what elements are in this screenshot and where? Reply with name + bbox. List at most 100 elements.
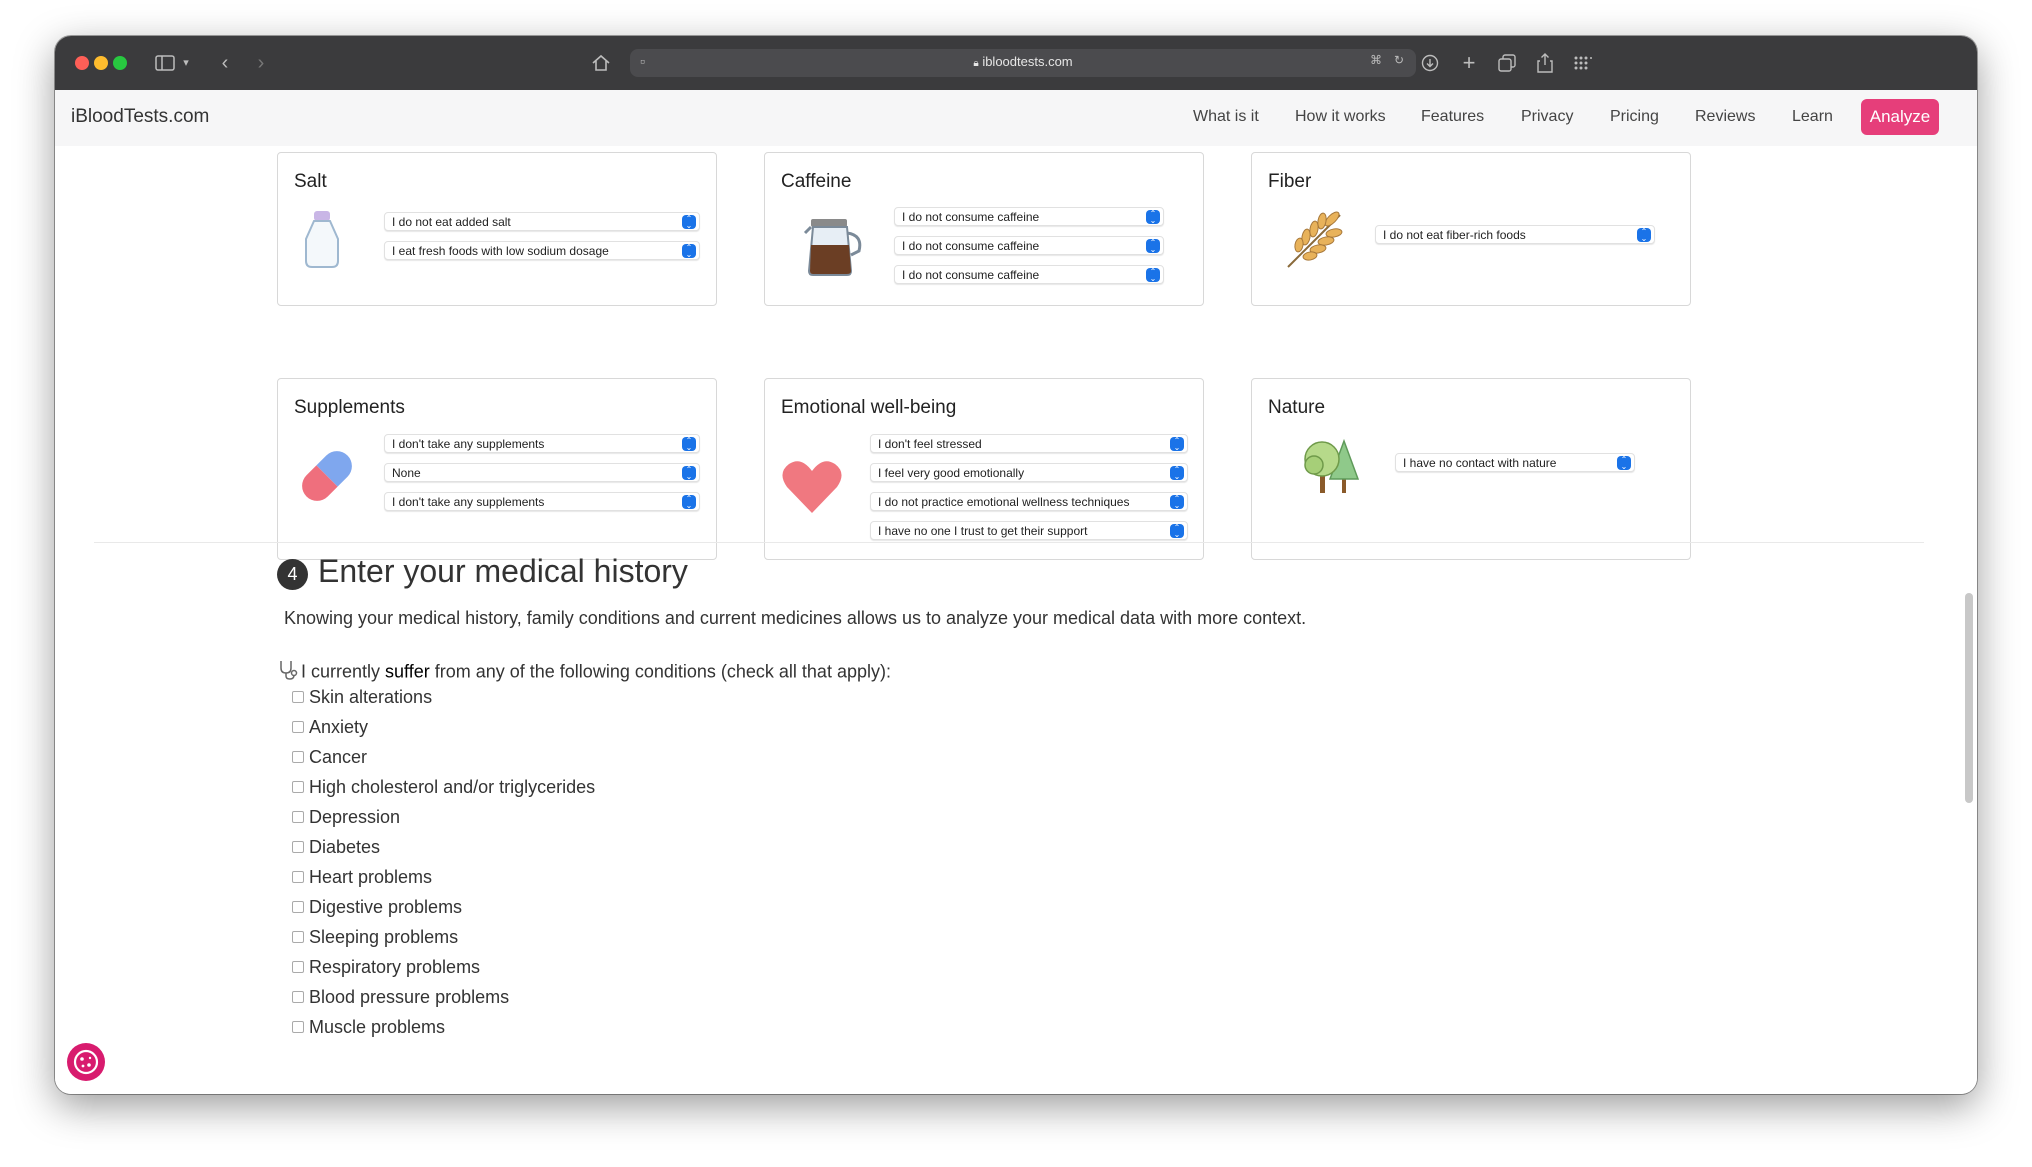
- checkbox[interactable]: [292, 871, 304, 884]
- card-title: Nature: [1268, 397, 1326, 418]
- emotional-select-1[interactable]: I don't feel stressed ⌃ ⌄: [870, 434, 1188, 453]
- emotional-select-3[interactable]: I do not practice emotional wellness tec…: [870, 492, 1188, 511]
- checkbox[interactable]: [292, 841, 304, 854]
- nav-link-pricing[interactable]: Pricing: [1610, 108, 1659, 126]
- checkbox[interactable]: [292, 991, 304, 1004]
- step-number-badge: 4: [277, 559, 308, 590]
- salt-select-1[interactable]: I do not eat added salt ⌃ ⌄: [384, 212, 700, 231]
- condition-item[interactable]: Anxiety: [292, 717, 368, 741]
- checkbox[interactable]: [292, 811, 304, 824]
- condition-item[interactable]: Respiratory problems: [292, 957, 480, 981]
- cookie-settings-button[interactable]: [67, 1043, 105, 1081]
- condition-item[interactable]: Diabetes: [292, 837, 380, 861]
- browser-toolbar: ▾ ‹ › ▫ 🔒︎ ibloodtests.com ⌘ ↻ +: [55, 36, 1977, 90]
- supplements-select-3[interactable]: I don't take any supplements ⌃ ⌄: [384, 492, 700, 511]
- checkbox[interactable]: [292, 751, 304, 764]
- close-window-button[interactable]: [75, 56, 89, 70]
- section-title: Enter your medical history: [318, 553, 688, 589]
- condition-item[interactable]: Cancer: [292, 747, 367, 771]
- select-arrows-icon: ⌃ ⌄: [1170, 466, 1184, 481]
- grid-icon[interactable]: [1571, 50, 1595, 76]
- new-tab-icon[interactable]: +: [1457, 50, 1481, 76]
- section-description: Knowing your medical history, family con…: [284, 608, 1307, 628]
- trees-icon: [1302, 433, 1366, 502]
- card-title: Salt: [294, 171, 327, 192]
- heart-icon: [781, 459, 843, 520]
- card-emotional-wellbeing: Emotional well-being I don't feel stress…: [764, 378, 1204, 560]
- lock-icon: 🔒︎: [973, 58, 979, 69]
- select-arrows-icon: ⌃ ⌄: [1617, 456, 1631, 471]
- condition-item[interactable]: Muscle problems: [292, 1017, 445, 1041]
- select-arrows-icon: ⌃ ⌄: [682, 244, 696, 259]
- emotional-select-2[interactable]: I feel very good emotionally ⌃ ⌄: [870, 463, 1188, 482]
- pill-capsule-icon: [294, 443, 360, 514]
- nav-link-features[interactable]: Features: [1421, 108, 1484, 126]
- select-arrows-icon: ⌃ ⌄: [1146, 268, 1160, 283]
- site-brand[interactable]: iBloodTests.com: [71, 106, 209, 128]
- nav-link-what-is-it[interactable]: What is it: [1193, 108, 1259, 126]
- card-caffeine: Caffeine I do not consume caffeine ⌃ ⌄ I …: [764, 152, 1204, 306]
- nav-link-learn[interactable]: Learn: [1792, 108, 1833, 126]
- translate-icon[interactable]: ⌘: [1370, 53, 1382, 67]
- card-supplements: Supplements I don't take any supplements…: [277, 378, 717, 560]
- forward-icon[interactable]: ›: [251, 50, 271, 76]
- cookie-icon: [73, 1049, 99, 1075]
- checkbox[interactable]: [292, 1021, 304, 1034]
- supplements-select-1[interactable]: I don't take any supplements ⌃ ⌄: [384, 434, 700, 453]
- nature-select-1[interactable]: I have no contact with nature ⌃ ⌄: [1395, 453, 1635, 472]
- download-icon[interactable]: [1418, 50, 1442, 76]
- condition-item[interactable]: Digestive problems: [292, 897, 462, 921]
- checkbox[interactable]: [292, 721, 304, 734]
- address-bar[interactable]: ▫ 🔒︎ ibloodtests.com ⌘ ↻: [630, 49, 1416, 77]
- site-navbar: iBloodTests.com What is it How it works …: [55, 90, 1977, 146]
- select-arrows-icon: ⌃ ⌄: [1146, 210, 1160, 225]
- checkbox[interactable]: [292, 931, 304, 944]
- analyze-button[interactable]: Analyze: [1861, 99, 1939, 135]
- checkbox[interactable]: [292, 781, 304, 794]
- condition-item[interactable]: Sleeping problems: [292, 927, 458, 951]
- emotional-select-4[interactable]: I have no one I trust to get their suppo…: [870, 521, 1188, 540]
- card-title: Supplements: [294, 397, 405, 418]
- condition-item[interactable]: Skin alterations: [292, 687, 432, 711]
- back-icon[interactable]: ‹: [215, 50, 235, 76]
- select-arrows-icon: ⌃ ⌄: [1146, 239, 1160, 254]
- section-divider: [94, 542, 1924, 543]
- caffeine-select-3[interactable]: I do not consume caffeine ⌃ ⌄: [894, 265, 1164, 284]
- condition-item[interactable]: Blood pressure problems: [292, 987, 509, 1011]
- chevron-down-icon[interactable]: ▾: [179, 50, 193, 76]
- stethoscope-icon: [277, 659, 301, 686]
- condition-item[interactable]: Depression: [292, 807, 400, 831]
- nav-link-reviews[interactable]: Reviews: [1695, 108, 1755, 126]
- caffeine-select-1[interactable]: I do not consume caffeine ⌃ ⌄: [894, 207, 1164, 226]
- card-title: Emotional well-being: [781, 397, 957, 418]
- condition-item[interactable]: Heart problems: [292, 867, 432, 891]
- card-salt: Salt I do not eat added salt ⌃ ⌄ I eat fr…: [277, 152, 717, 306]
- browser-window: ▾ ‹ › ▫ 🔒︎ ibloodtests.com ⌘ ↻ + iBloodT…: [55, 36, 1977, 1094]
- nav-link-how-it-works[interactable]: How it works: [1295, 108, 1386, 126]
- supplements-select-2[interactable]: None ⌃ ⌄: [384, 463, 700, 482]
- home-icon[interactable]: [589, 50, 613, 76]
- condition-item[interactable]: High cholesterol and/or triglycerides: [292, 777, 595, 801]
- tabs-overview-icon[interactable]: [1495, 50, 1519, 76]
- checkbox[interactable]: [292, 961, 304, 974]
- salt-select-2[interactable]: I eat fresh foods with low sodium dosage…: [384, 241, 700, 260]
- conditions-question: I currently suffer from any of the follo…: [277, 659, 891, 686]
- sidebar-icon[interactable]: [153, 50, 177, 76]
- salt-shaker-icon: [300, 209, 344, 274]
- minimize-window-button[interactable]: [94, 56, 108, 70]
- zoom-window-button[interactable]: [113, 56, 127, 70]
- nav-link-privacy[interactable]: Privacy: [1521, 108, 1573, 126]
- card-fiber: Fiber I do not eat fiber-rich foods ⌃ ⌄: [1251, 152, 1691, 306]
- select-arrows-icon: ⌃ ⌄: [1170, 437, 1184, 452]
- checkbox[interactable]: [292, 691, 304, 704]
- select-arrows-icon: ⌃ ⌄: [682, 495, 696, 510]
- fiber-select-1[interactable]: I do not eat fiber-rich foods ⌃ ⌄: [1375, 225, 1655, 244]
- reload-icon[interactable]: ↻: [1394, 53, 1404, 67]
- share-icon[interactable]: [1533, 50, 1557, 76]
- caffeine-select-2[interactable]: I do not consume caffeine ⌃ ⌄: [894, 236, 1164, 255]
- checkbox[interactable]: [292, 901, 304, 914]
- card-title: Caffeine: [781, 171, 852, 192]
- page-scrollbar[interactable]: [1965, 593, 1973, 803]
- card-title: Fiber: [1268, 171, 1312, 192]
- page-content: iBloodTests.com What is it How it works …: [55, 90, 1977, 1094]
